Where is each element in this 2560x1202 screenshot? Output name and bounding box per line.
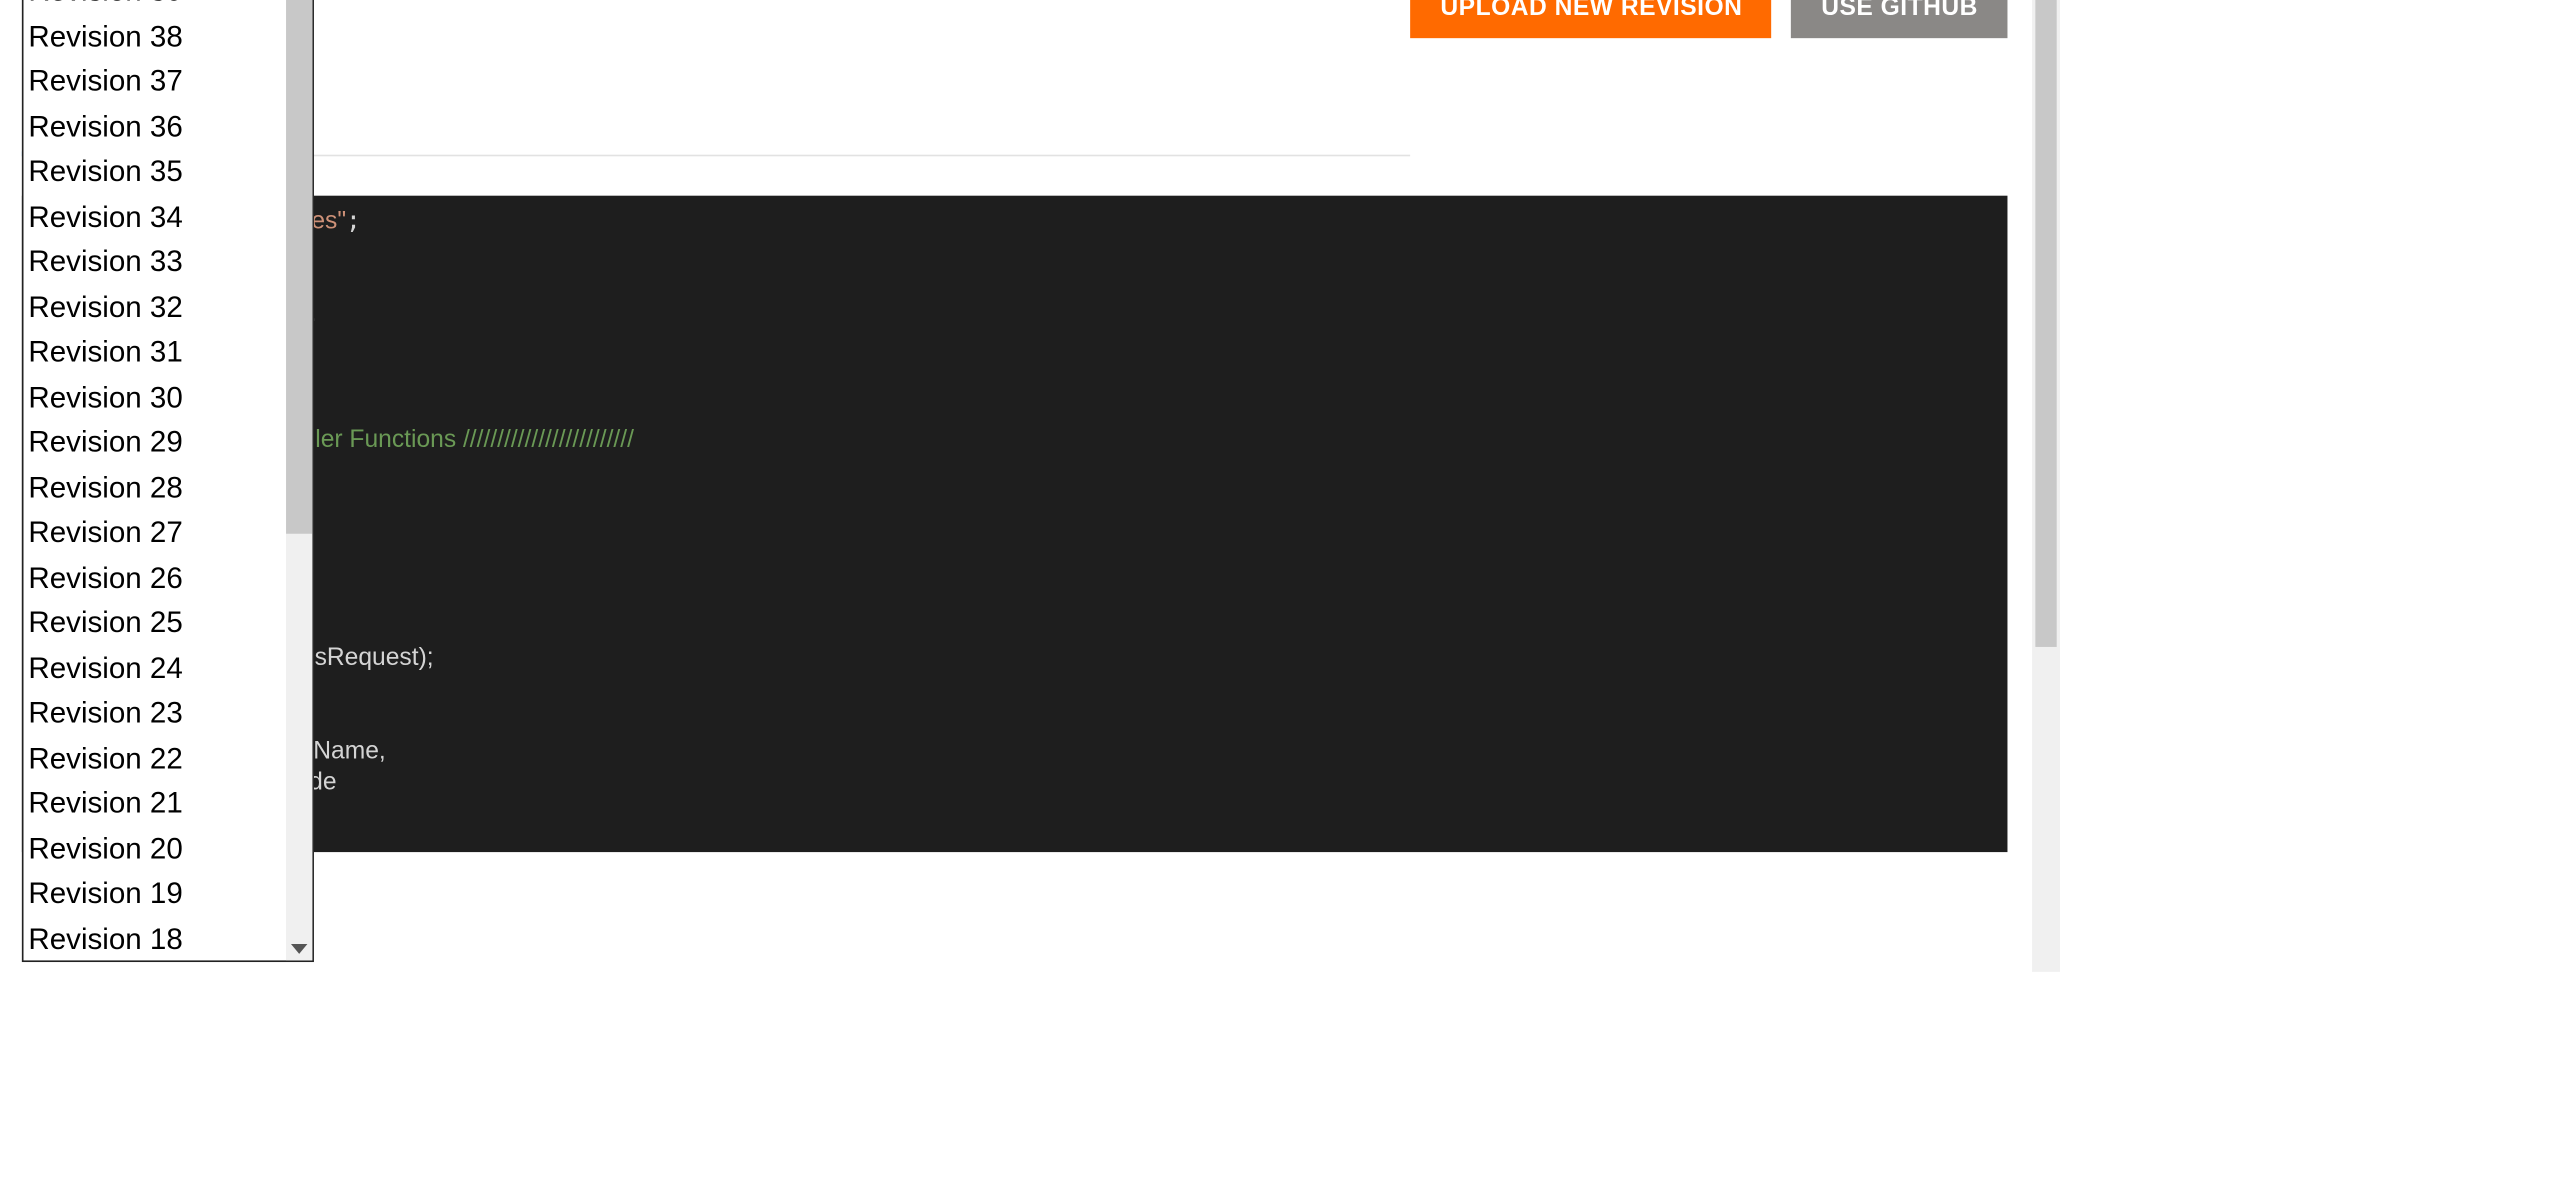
scrollbar-thumb[interactable] — [286, 0, 312, 534]
revision-option[interactable]: Revision 31 — [23, 330, 286, 375]
code-editor[interactable]: atalog = "CharacterClasses"; ENCY_CODE =… — [22, 196, 2008, 852]
revision-option[interactable]: Revision 28 — [23, 466, 286, 511]
revision-option[interactable]: Revision 32 — [23, 285, 286, 330]
revision-option[interactable]: Revision 24 — [23, 646, 286, 691]
revision-option[interactable]: Revision 37 — [23, 59, 286, 104]
revision-option[interactable]: Revision 18 — [23, 917, 286, 960]
revision-option[interactable]: Revision 25 — [23, 601, 286, 646]
revision-option[interactable]: Revision 38 — [23, 14, 286, 59]
use-github-button[interactable]: USE GITHUB — [1792, 0, 2008, 38]
dropdown-scrollbar[interactable] — [286, 0, 312, 960]
revision-option[interactable]: Revision 34 — [23, 195, 286, 240]
revision-option[interactable]: Revision 27 — [23, 511, 286, 556]
revision-option[interactable]: Revision 33 — [23, 240, 286, 285]
revision-option[interactable]: Revision 30 — [23, 375, 286, 420]
revision-option[interactable]: Revision 26 — [23, 556, 286, 601]
revision-option[interactable]: Revision 21 — [23, 782, 286, 827]
scrollbar-thumb[interactable] — [2035, 0, 2056, 647]
upload-new-revision-button[interactable]: UPLOAD NEW REVISION — [1411, 0, 1772, 38]
revision-option[interactable]: Revision 39 — [23, 0, 286, 14]
revision-dropdown[interactable]: Revision 43 (live)Revision 42Revision 41… — [22, 0, 314, 962]
revision-option[interactable]: Revision 23 — [23, 691, 286, 736]
revision-option[interactable]: Revision 20 — [23, 827, 286, 872]
revision-option[interactable]: Revision 29 — [23, 421, 286, 466]
revision-option[interactable]: Revision 35 — [23, 150, 286, 195]
revision-option[interactable]: Revision 22 — [23, 736, 286, 781]
revision-option[interactable]: Revision 36 — [23, 105, 286, 150]
page-scrollbar[interactable] — [2032, 0, 2060, 972]
revision-option[interactable]: Revision 19 — [23, 872, 286, 917]
revision-dropdown-list: Revision 43 (live)Revision 42Revision 41… — [23, 0, 286, 960]
